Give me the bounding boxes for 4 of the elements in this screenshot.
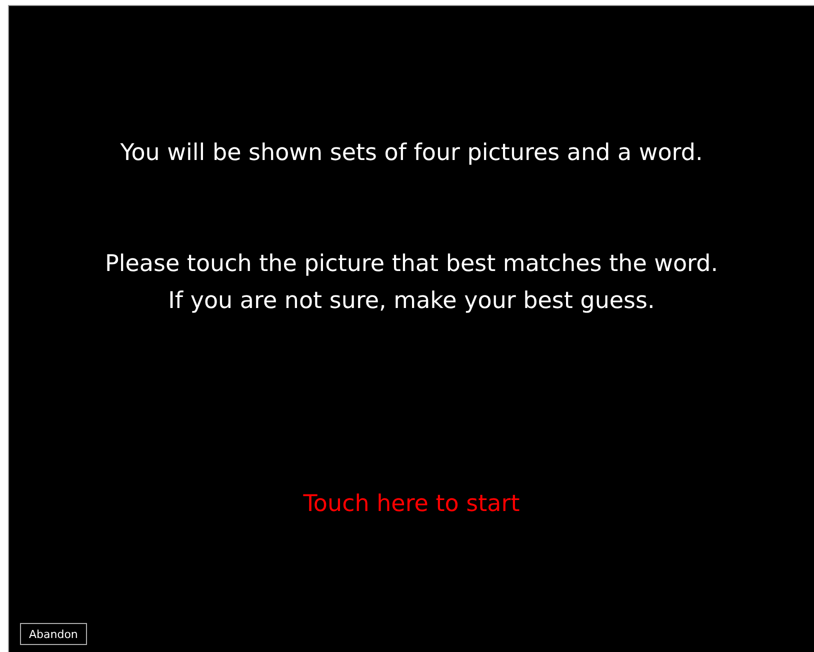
start-link[interactable]: Touch here to start — [303, 486, 520, 522]
abandon-button[interactable]: Abandon — [20, 623, 87, 645]
instruction-text: Please touch the picture that best matches the word. If you are not sure, make your best guess. — [104, 250, 718, 316]
instruction-text: You will be shown sets of four pictures and a word. — [120, 139, 703, 168]
